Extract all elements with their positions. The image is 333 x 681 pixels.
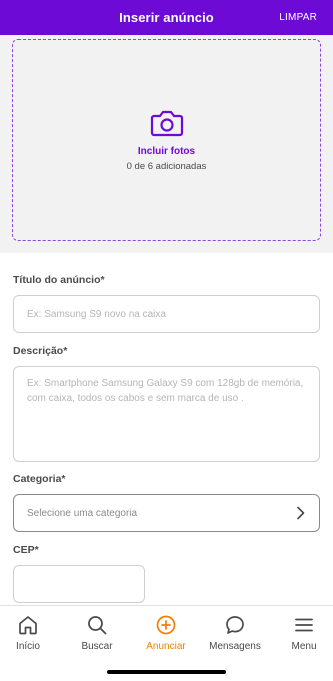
cep-input[interactable] [13, 565, 145, 603]
title-label: Título do anúncio* [13, 274, 105, 286]
photos-count: 0 de 6 adicionadas [126, 161, 207, 172]
tab-anunciar[interactable]: Anunciar [133, 614, 199, 652]
add-photos-dropzone[interactable]: Incluir fotos 0 de 6 adicionadas [12, 39, 321, 241]
app-header: Inserir anúncio LIMPAR [0, 0, 333, 35]
hamburger-menu-icon [295, 618, 313, 632]
tab-label: Menu [291, 641, 317, 652]
tab-label: Buscar [81, 641, 113, 652]
cep-label: CEP* [13, 544, 39, 556]
description-label: Descrição* [13, 345, 68, 357]
category-label: Categoria* [13, 473, 66, 485]
chat-bubble-icon [226, 616, 244, 634]
tab-mensagens[interactable]: Mensagens [202, 614, 268, 652]
camera-icon [150, 110, 183, 137]
tab-label: Anunciar [146, 641, 186, 652]
tab-buscar[interactable]: Buscar [64, 614, 130, 652]
tab-label: Início [16, 641, 40, 652]
tab-label: Mensagens [209, 641, 261, 652]
photo-section: Incluir fotos 0 de 6 adicionadas [0, 35, 333, 253]
category-placeholder: Selecione uma categoria [27, 507, 138, 519]
add-photos-label: Incluir fotos [137, 146, 196, 157]
home-icon [19, 616, 37, 635]
plus-circle-icon [156, 615, 176, 635]
tab-menu[interactable]: Menu [271, 614, 333, 652]
home-indicator [107, 670, 226, 674]
page-title: Inserir anúncio [119, 10, 214, 25]
description-input[interactable] [13, 366, 320, 462]
chevron-right-icon [297, 506, 305, 520]
tab-inicio[interactable]: Início [0, 614, 61, 652]
search-icon [88, 616, 107, 635]
clear-button[interactable]: LIMPAR [279, 0, 317, 35]
title-input[interactable] [13, 295, 320, 333]
category-select[interactable]: Selecione uma categoria [13, 494, 320, 532]
